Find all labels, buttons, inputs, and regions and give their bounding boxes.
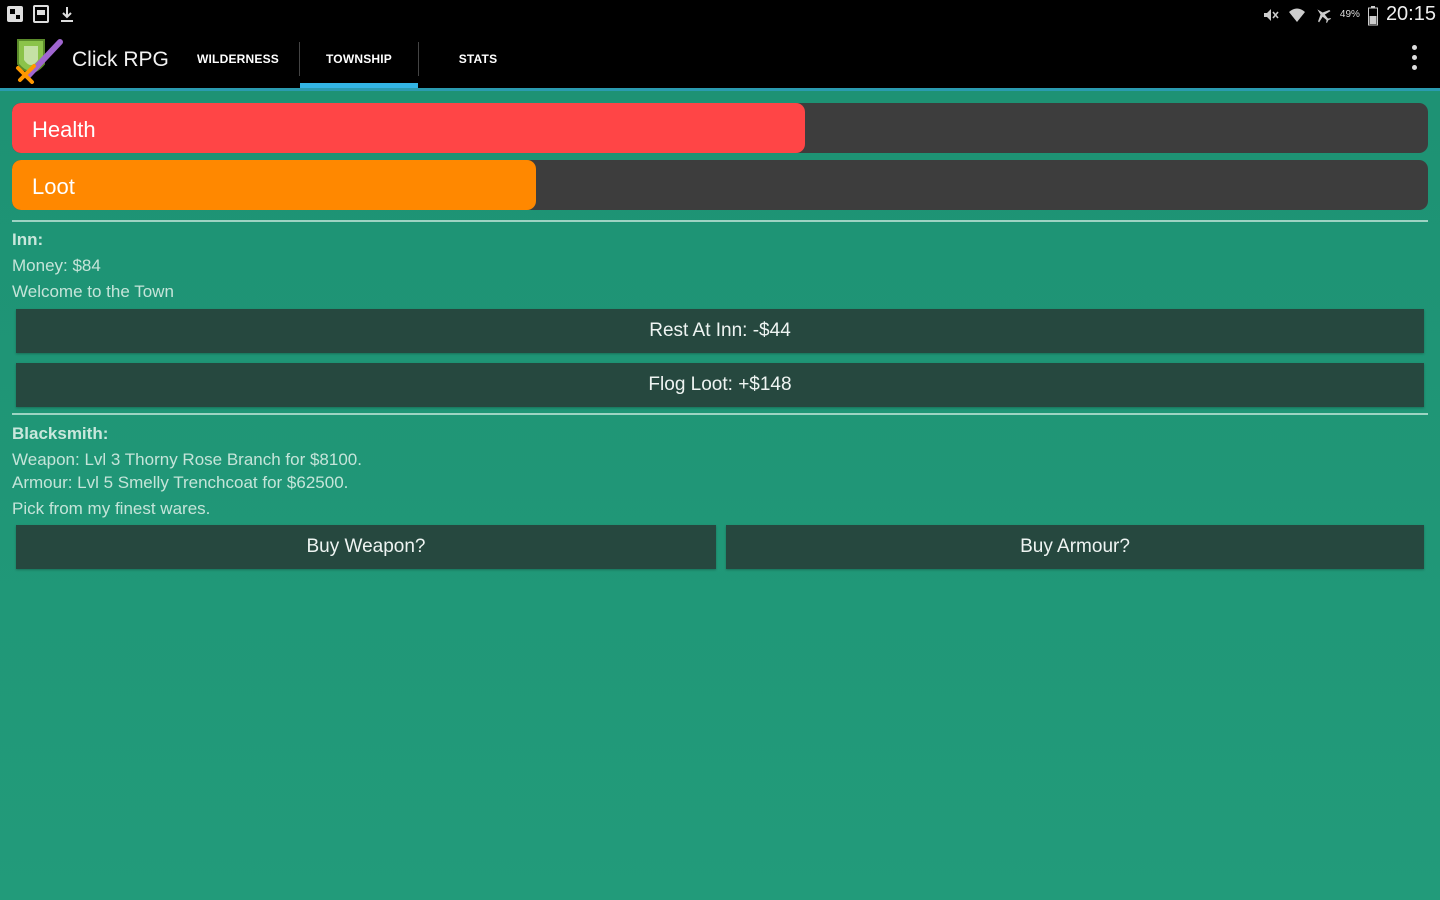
armour-offer-text: Armour: Lvl 5 Smelly Trenchcoat for $625… xyxy=(12,473,349,492)
tab-township[interactable]: TOWNSHIP xyxy=(300,30,418,88)
flog-loot-button[interactable]: Flog Loot: +$148 xyxy=(16,363,1424,407)
download-icon xyxy=(58,5,76,23)
buy-weapon-button[interactable]: Buy Weapon? xyxy=(16,525,716,569)
loot-bar-label: Loot xyxy=(32,174,75,199)
status-bar-right: 49% 20:15 xyxy=(1262,3,1436,26)
tab-stats[interactable]: STATS xyxy=(419,30,537,88)
rest-at-inn-button[interactable]: Rest At Inn: -$44 xyxy=(16,309,1424,353)
tab-wilderness[interactable]: WILDERNESS xyxy=(179,30,297,88)
tab-label: WILDERNESS xyxy=(196,52,279,66)
blacksmith-heading: Blacksmith: xyxy=(12,424,109,443)
airplane-icon xyxy=(1314,6,1332,24)
app-logo-icon xyxy=(14,36,66,84)
app-title: Click RPG xyxy=(72,48,169,71)
inn-message: Welcome to the Town xyxy=(12,282,174,301)
blacksmith-message: Pick from my finest wares. xyxy=(12,499,211,518)
money-text: Money: $84 xyxy=(12,256,101,275)
weapon-offer-text: Weapon: Lvl 3 Thorny Rose Branch for $81… xyxy=(12,450,362,469)
health-bar: Health xyxy=(12,103,1428,153)
section-divider xyxy=(12,220,1428,222)
status-bar: 49% 20:15 xyxy=(0,0,1440,30)
battery-icon xyxy=(1367,5,1378,25)
inn-heading: Inn: xyxy=(12,230,44,249)
action-bar: Click RPG WILDERNESS TOWNSHIP STATS xyxy=(0,30,1440,88)
battery-percent: 49% xyxy=(1339,9,1360,20)
buy-armour-button[interactable]: Buy Armour? xyxy=(726,525,1424,569)
loot-bar: Loot xyxy=(12,160,1428,210)
section-divider xyxy=(12,413,1428,415)
loot-bar-fill xyxy=(12,160,536,210)
status-bar-left xyxy=(6,5,76,23)
sim-card-icon xyxy=(32,5,50,23)
wifi-icon xyxy=(1288,6,1306,24)
overflow-menu-icon[interactable] xyxy=(1410,45,1418,73)
health-bar-label: Health xyxy=(32,117,96,142)
tab-label: STATS xyxy=(458,52,498,66)
mute-icon xyxy=(1262,6,1280,24)
health-bar-fill xyxy=(12,103,805,153)
action-bar-underline xyxy=(0,88,1440,91)
notification-square-icon xyxy=(6,5,24,23)
tab-label: TOWNSHIP xyxy=(325,52,393,66)
clock: 20:15 xyxy=(1385,3,1436,25)
